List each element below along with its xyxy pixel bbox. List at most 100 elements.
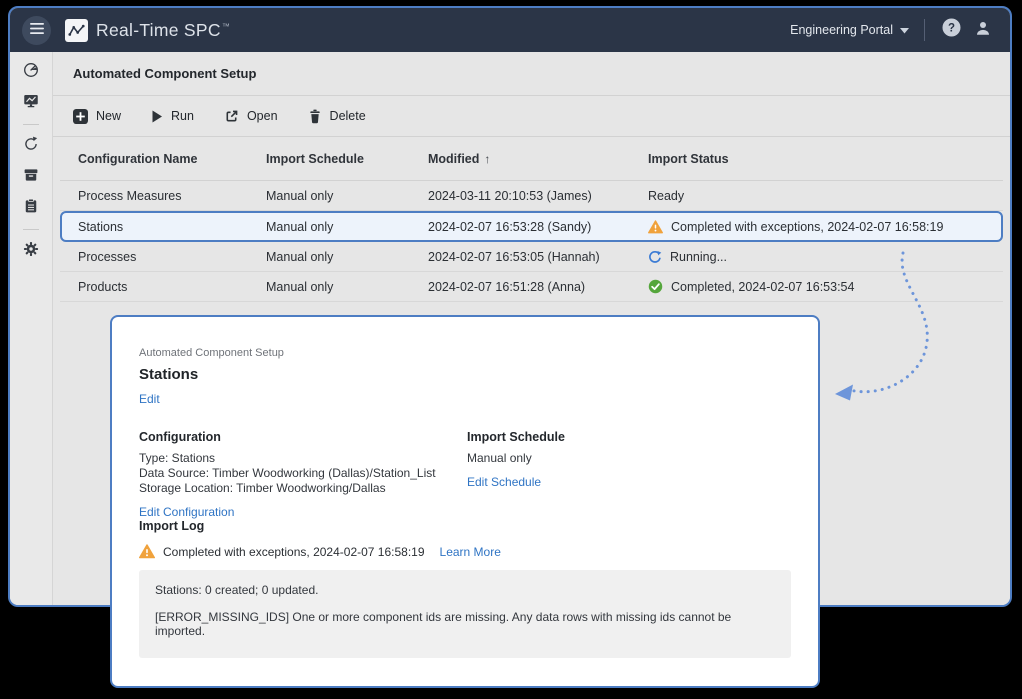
table-row-products[interactable]: Products Manual only 2024-02-07 16:51:28…: [60, 272, 1003, 302]
open-button[interactable]: Open: [224, 109, 278, 124]
cell-modified: 2024-02-07 16:53:28 (Sandy): [428, 220, 648, 234]
import-log-status-line: Completed with exceptions, 2024-02-07 16…: [139, 544, 791, 559]
help-icon: ?: [942, 18, 961, 42]
cell-import-status: Ready: [648, 189, 1003, 203]
sidebar-item-settings[interactable]: [21, 241, 41, 261]
cell-configuration-name: Processes: [78, 250, 266, 264]
trash-icon: [308, 109, 322, 124]
log-line: Stations: 0 created; 0 updated.: [155, 583, 775, 597]
sidebar-item-sync[interactable]: [21, 136, 41, 156]
sidebar-nav: [10, 52, 53, 607]
cell-import-status: Completed with exceptions, 2024-02-07 16…: [648, 220, 1001, 234]
cell-import-status: Running...: [648, 250, 1003, 264]
chevron-down-icon: [900, 23, 909, 37]
running-icon: [648, 250, 662, 264]
table-header-row: Configuration Name Import Schedule Modif…: [60, 137, 1003, 181]
page-title: Automated Component Setup: [73, 66, 256, 81]
edit-link[interactable]: Edit: [139, 392, 160, 406]
dashboard-icon: [22, 61, 40, 84]
column-header-configuration-name[interactable]: Configuration Name: [78, 152, 266, 166]
table-row-process-measures[interactable]: Process Measures Manual only 2024-03-11 …: [60, 181, 1003, 211]
topbar-right-group: Engineering Portal ?: [790, 19, 994, 41]
run-play-icon: [151, 110, 163, 123]
warning-icon: [648, 220, 663, 234]
sort-ascending-icon: ↑: [484, 152, 490, 166]
learn-more-link[interactable]: Learn More: [440, 545, 501, 559]
import-schedule-value: Manual only: [467, 451, 565, 466]
cell-import-schedule: Manual only: [266, 220, 428, 234]
cell-import-schedule: Manual only: [266, 189, 428, 203]
column-header-import-schedule[interactable]: Import Schedule: [266, 152, 428, 166]
configuration-type: Type: Stations: [139, 451, 467, 466]
user-button[interactable]: [972, 19, 994, 41]
delete-button-label: Delete: [330, 109, 366, 123]
run-button-label: Run: [171, 109, 194, 123]
cell-import-schedule: Manual only: [266, 280, 428, 294]
new-button-label: New: [96, 109, 121, 123]
sidebar-divider: [23, 229, 39, 230]
settings-gear-icon: [22, 240, 40, 263]
cell-modified: 2024-03-11 20:10:53 (James): [428, 189, 648, 203]
cell-import-status: Completed, 2024-02-07 16:53:54: [648, 279, 1003, 294]
sidebar-item-charts-monitor[interactable]: [21, 93, 41, 113]
new-button[interactable]: New: [73, 109, 121, 124]
configuration-data-source: Data Source: Timber Woodworking (Dallas)…: [139, 466, 467, 481]
edit-configuration-link[interactable]: Edit Configuration: [139, 505, 234, 519]
cell-configuration-name: Products: [78, 280, 266, 294]
toolbar: New Run: [53, 96, 1010, 137]
success-check-icon: [648, 279, 663, 294]
sidebar-item-checklist[interactable]: [21, 198, 41, 218]
topbar-divider: [924, 19, 925, 41]
cell-configuration-name: Stations: [78, 220, 266, 234]
delete-button[interactable]: Delete: [308, 109, 366, 124]
trademark-symbol: ™: [222, 22, 230, 31]
user-icon: [974, 19, 992, 42]
charts-monitor-icon: [22, 92, 40, 115]
detail-columns: Configuration Type: Stations Data Source…: [139, 430, 791, 519]
portal-selector[interactable]: Engineering Portal: [790, 23, 909, 37]
open-external-icon: [224, 109, 239, 124]
config-table: Configuration Name Import Schedule Modif…: [60, 137, 1003, 302]
sync-icon: [22, 135, 40, 158]
top-bar: Real-Time SPC™ Engineering Portal ?: [10, 8, 1010, 52]
portal-label: Engineering Portal: [790, 23, 893, 37]
import-schedule-heading: Import Schedule: [467, 430, 565, 444]
edit-schedule-link[interactable]: Edit Schedule: [467, 475, 541, 489]
import-log-status: Completed with exceptions, 2024-02-07 16…: [163, 545, 425, 559]
sidebar-item-archive[interactable]: [21, 167, 41, 187]
app-title: Real-Time SPC™: [96, 20, 230, 41]
table-row-stations-selected[interactable]: Stations Manual only 2024-02-07 16:53:28…: [60, 211, 1003, 242]
cell-configuration-name: Process Measures: [78, 189, 266, 203]
import-log-box: Stations: 0 created; 0 updated. [ERROR_M…: [139, 570, 791, 658]
configuration-heading: Configuration: [139, 430, 467, 444]
run-button[interactable]: Run: [151, 109, 194, 123]
configuration-storage-location: Storage Location: Timber Woodworking/Dal…: [139, 481, 467, 496]
table-row-processes[interactable]: Processes Manual only 2024-02-07 16:53:0…: [60, 242, 1003, 272]
sidebar-item-dashboard[interactable]: [21, 62, 41, 82]
cell-modified: 2024-02-07 16:51:28 (Anna): [428, 280, 648, 294]
detail-panel: Automated Component Setup Stations Edit …: [110, 315, 820, 688]
hamburger-menu-button[interactable]: [22, 16, 51, 45]
import-schedule-section: Import Schedule Manual only Edit Schedul…: [467, 430, 565, 519]
detail-breadcrumb: Automated Component Setup: [139, 347, 791, 359]
detail-title: Stations: [139, 366, 791, 383]
archive-icon: [22, 166, 40, 189]
column-header-import-status[interactable]: Import Status: [648, 152, 1003, 166]
warning-icon: [139, 544, 155, 559]
cell-modified: 2024-02-07 16:53:05 (Hannah): [428, 250, 648, 264]
clipboard-icon: [22, 197, 40, 220]
log-line: [ERROR_MISSING_IDS] One or more componen…: [155, 610, 775, 638]
column-header-modified[interactable]: Modified↑: [428, 152, 648, 166]
open-button-label: Open: [247, 109, 278, 123]
svg-text:?: ?: [947, 23, 954, 35]
sidebar-divider: [23, 124, 39, 125]
cell-import-schedule: Manual only: [266, 250, 428, 264]
configuration-section: Configuration Type: Stations Data Source…: [139, 430, 467, 519]
hamburger-icon: [30, 21, 44, 39]
import-log-heading: Import Log: [139, 519, 791, 533]
app-logo-icon: [65, 19, 88, 42]
help-button[interactable]: ?: [940, 19, 962, 41]
screenshot-stage: Real-Time SPC™ Engineering Portal ?: [0, 0, 1022, 699]
page-title-bar: Automated Component Setup: [53, 52, 1010, 96]
new-plus-icon: [73, 109, 88, 124]
